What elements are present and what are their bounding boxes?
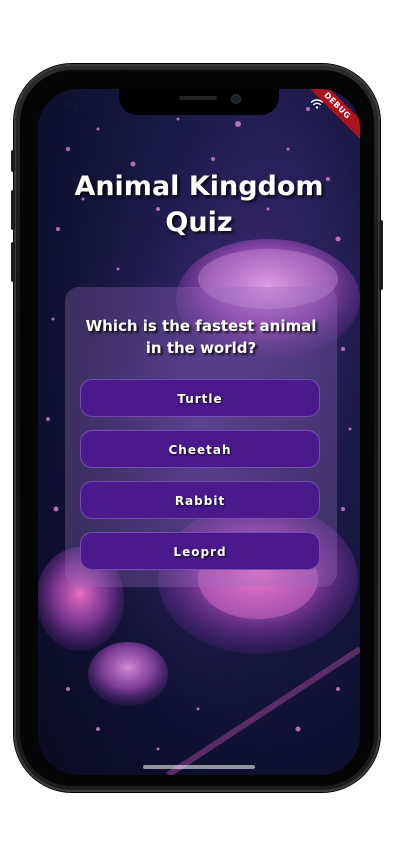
question-line-1: Which is the fastest animal bbox=[85, 317, 317, 335]
volume-up-button bbox=[11, 190, 15, 230]
answer-button-leoprd[interactable]: Leoprd bbox=[80, 532, 320, 570]
answer-button-cheetah[interactable]: Cheetah bbox=[80, 430, 320, 468]
silent-switch bbox=[11, 150, 15, 172]
answer-button-turtle[interactable]: Turtle bbox=[80, 379, 320, 417]
quiz-title: Animal Kingdom Quiz bbox=[38, 169, 360, 241]
earpiece-speaker bbox=[179, 96, 217, 100]
question-line-2: in the world? bbox=[145, 339, 257, 357]
status-bar-time: 9:41 bbox=[64, 101, 85, 111]
home-indicator[interactable] bbox=[143, 765, 255, 769]
power-button bbox=[379, 220, 383, 290]
answer-button-rabbit[interactable]: Rabbit bbox=[80, 481, 320, 519]
device-mockup: 9:41 DEBUG Animal Kingdom Quiz Which is … bbox=[0, 0, 400, 866]
question-text: Which is the fastest animal in the world… bbox=[65, 315, 337, 359]
quiz-title-line-1: Animal Kingdom bbox=[74, 171, 324, 202]
front-camera bbox=[231, 94, 241, 104]
quiz-title-line-2: Quiz bbox=[165, 207, 233, 238]
volume-down-button bbox=[11, 242, 15, 282]
app-screen: 9:41 DEBUG Animal Kingdom Quiz Which is … bbox=[38, 89, 360, 775]
device-notch bbox=[119, 89, 279, 115]
question-card: Which is the fastest animal in the world… bbox=[65, 287, 337, 587]
